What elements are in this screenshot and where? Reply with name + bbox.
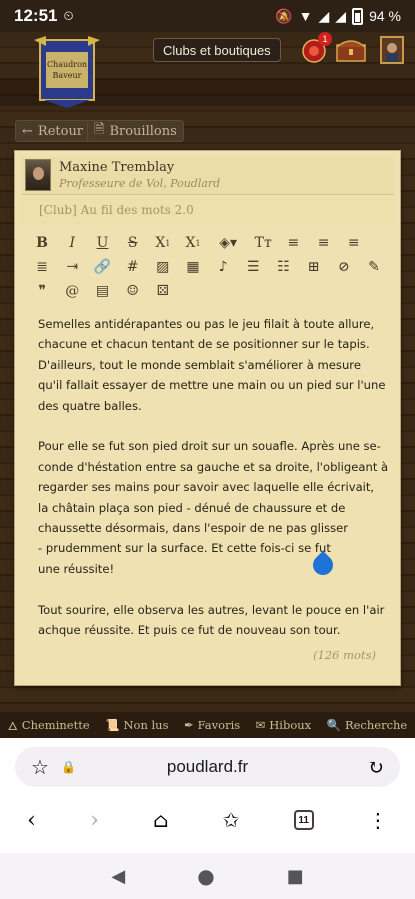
home-icon[interactable]: ⌂: [153, 808, 168, 832]
system-home-icon[interactable]: ●: [197, 864, 214, 888]
scroll-icon: 📜: [105, 718, 120, 732]
numbered-list-icon[interactable]: ☷: [268, 256, 298, 278]
owl-mail-icon: ✉: [255, 718, 266, 732]
back-button[interactable]: ← Retour: [15, 120, 91, 142]
message-body[interactable]: Semelles antidérapantes ou pas le jeu fi…: [38, 314, 389, 661]
nav-cheminette[interactable]: 🜂 Cheminette: [8, 713, 90, 737]
dice-icon[interactable]: ⚄: [148, 280, 178, 302]
indent-icon[interactable]: ⇥: [57, 256, 87, 278]
author-name[interactable]: Maxine Tremblay: [59, 160, 174, 175]
svg-text:Chaudron: Chaudron: [47, 60, 87, 69]
drafts-button[interactable]: 🗎 Brouillons: [87, 120, 184, 142]
pencil-icon[interactable]: ✎: [359, 256, 389, 278]
mute-icon: 🔕: [275, 7, 293, 24]
color-fill-icon[interactable]: ◈▾: [208, 232, 248, 254]
search-icon: 🔍: [326, 718, 341, 732]
signal-icon-2: ◢: [335, 7, 347, 24]
site-logo[interactable]: Chaudron Baveur: [34, 36, 100, 108]
paragraph-3: Tout sourire, elle observa les autres, l…: [38, 602, 385, 638]
mention-icon[interactable]: @: [57, 280, 87, 302]
site-bottom-nav: 🜂 Cheminette 📜 Non lus ✒ Favoris ✉ Hiboux 🔍 R…: [0, 712, 415, 738]
status-time: 12:51: [14, 6, 58, 25]
author-block: Maxine Tremblay Professeure de Vol, Poud…: [21, 157, 394, 195]
quote-icon[interactable]: ❞: [27, 280, 57, 302]
post-editor-card: Maxine Tremblay Professeure de Vol, Poud…: [15, 151, 400, 685]
hashtag-icon[interactable]: #: [118, 256, 148, 278]
bold-icon[interactable]: B: [27, 232, 57, 254]
status-bar: 12:51 ⏲ 🔕 ▼ ◢ ◢ 94 %: [0, 0, 415, 32]
flame-icon: 🜂: [7, 719, 18, 733]
image-icon[interactable]: ▨: [148, 256, 178, 278]
video-icon[interactable]: ▦: [178, 256, 208, 278]
text-size-icon[interactable]: Tт: [248, 232, 278, 254]
strikethrough-icon[interactable]: S: [118, 232, 148, 254]
subject-field[interactable]: [Club] Au fil des mots 2.0: [21, 198, 394, 224]
battery-percent: 94 %: [369, 8, 401, 24]
nav-recherche[interactable]: 🔍 Recherche: [327, 718, 408, 732]
back-label: Retour: [37, 123, 84, 139]
emoji-icon[interactable]: ☺: [118, 280, 148, 302]
align-center-icon[interactable]: ≡: [309, 232, 339, 254]
avatar[interactable]: [25, 159, 51, 191]
bullet-list-icon[interactable]: ☰: [238, 256, 268, 278]
system-back-icon[interactable]: ◀: [111, 866, 125, 887]
author-role: Professeure de Vol, Poudlard: [59, 177, 221, 190]
italic-icon[interactable]: I: [57, 232, 87, 254]
back-arrow-icon[interactable]: ‹: [27, 808, 36, 833]
system-nav-bar: ◀ ● ■: [0, 853, 415, 899]
treasure-chest-icon[interactable]: [335, 34, 367, 66]
align-right-icon[interactable]: ≡: [339, 232, 369, 254]
music-icon[interactable]: ♪: [208, 256, 238, 278]
nav-non-lus[interactable]: 📜 Non lus: [105, 718, 168, 732]
spoiler-icon[interactable]: ▤: [87, 280, 117, 302]
address-bar[interactable]: ☆ 🔒 poudlard.fr ↻: [15, 747, 400, 787]
subscript-icon[interactable]: X1: [148, 232, 178, 254]
reload-icon[interactable]: ↻: [367, 755, 384, 779]
url-text[interactable]: poudlard.fr: [15, 757, 400, 777]
notifications-icon[interactable]: 1: [298, 32, 332, 66]
tabs-button[interactable]: 11: [293, 810, 314, 830]
wifi-icon: ▼: [298, 8, 313, 24]
hide-icon[interactable]: ⊘: [329, 256, 359, 278]
quill-icon: ✒: [183, 718, 194, 732]
drafts-icon: 🗎: [94, 122, 105, 137]
clubs-button[interactable]: Clubs et boutiques: [153, 38, 281, 62]
table-icon[interactable]: ⊞: [299, 256, 329, 278]
more-menu-icon[interactable]: ⋮: [368, 808, 388, 832]
arrow-left-icon: ←: [22, 123, 33, 139]
svg-text:Baveur: Baveur: [53, 71, 82, 80]
profile-portrait-icon[interactable]: [376, 34, 408, 66]
browser-chrome: ☆ 🔒 poudlard.fr ↻ ‹ › ⌂ ✩ 11 ⋮ ◀ ● ■: [0, 738, 415, 899]
alarm-icon: ⏲: [63, 8, 74, 23]
superscript-icon[interactable]: X1: [178, 232, 208, 254]
editor-toolbar: B I U S X1 X1 ◈▾ Tт ≡ ≡ ≡ ≣ ⇥ 🔗 # ▨ ▦ ♪ …: [27, 231, 389, 303]
forward-arrow-icon[interactable]: ›: [90, 808, 99, 833]
underline-icon[interactable]: U: [87, 232, 117, 254]
battery-icon: [352, 7, 364, 25]
browser-nav-row: ‹ › ⌂ ✩ 11 ⋮: [0, 800, 415, 840]
nav-hiboux[interactable]: ✉ Hiboux: [256, 718, 312, 732]
drafts-label: Brouillons: [109, 123, 177, 139]
link-icon[interactable]: 🔗: [87, 256, 117, 278]
justify-icon[interactable]: ≣: [27, 256, 57, 278]
bookmarks-icon[interactable]: ✩: [223, 808, 240, 832]
signal-icon: ◢: [318, 7, 330, 24]
nav-favoris[interactable]: ✒ Favoris: [184, 718, 240, 732]
word-count: (126 mots): [313, 648, 376, 662]
system-recents-icon[interactable]: ■: [287, 866, 304, 887]
paragraph-1: Semelles antidérapantes ou pas le jeu fi…: [38, 317, 386, 413]
align-left-icon[interactable]: ≡: [278, 232, 308, 254]
paragraph-2: Pour elle se fut son pied droit sur un s…: [38, 439, 389, 576]
notification-badge: 1: [318, 32, 332, 46]
